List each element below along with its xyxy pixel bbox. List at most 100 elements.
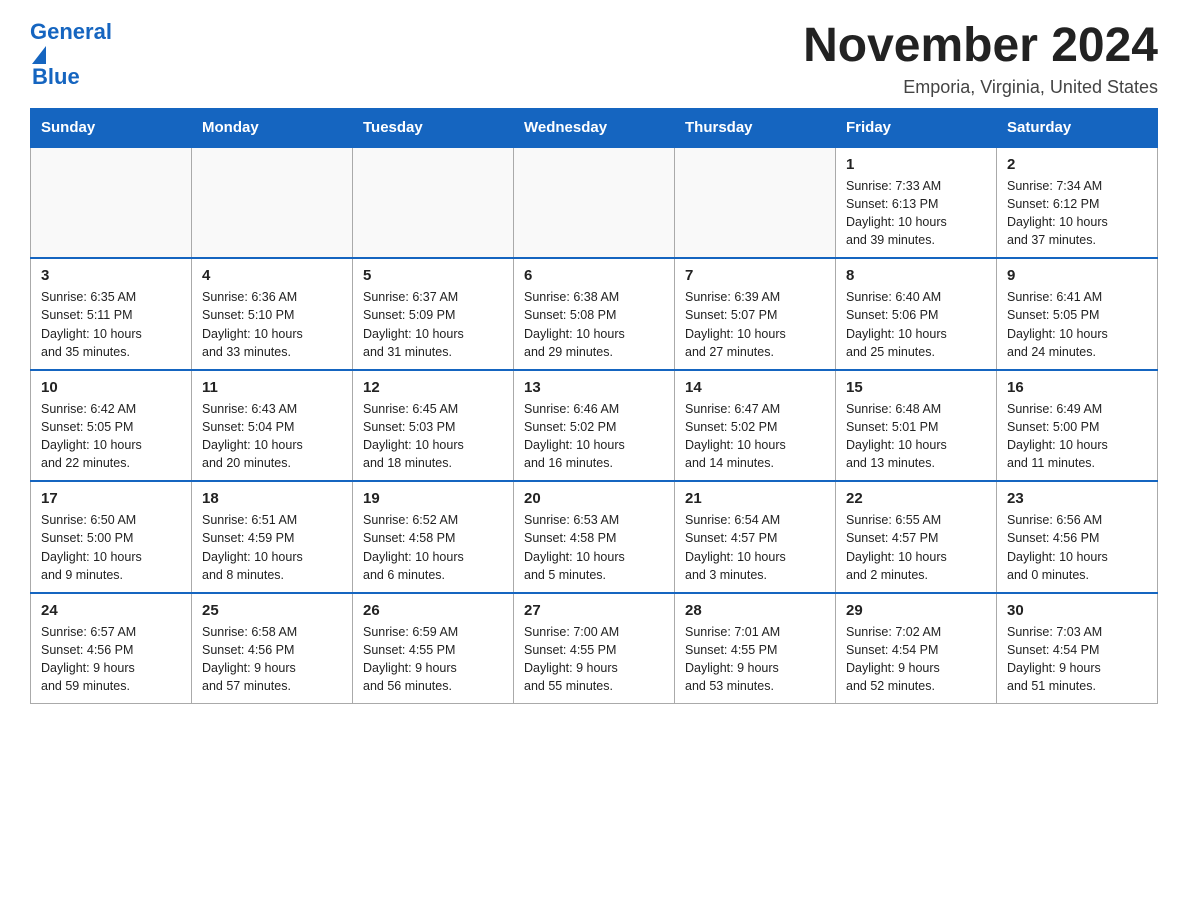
calendar-cell (31, 147, 192, 259)
day-number: 14 (685, 379, 825, 396)
calendar-cell: 29Sunrise: 7:02 AM Sunset: 4:54 PM Dayli… (836, 593, 997, 704)
day-number: 15 (846, 379, 986, 396)
day-info: Sunrise: 7:33 AM Sunset: 6:13 PM Dayligh… (846, 177, 986, 250)
calendar-cell (192, 147, 353, 259)
calendar-cell: 26Sunrise: 6:59 AM Sunset: 4:55 PM Dayli… (353, 593, 514, 704)
day-info: Sunrise: 6:54 AM Sunset: 4:57 PM Dayligh… (685, 511, 825, 584)
day-number: 26 (363, 602, 503, 619)
calendar-cell: 3 Sunrise: 6:35 AM Sunset: 5:11 PM Daylig… (31, 258, 192, 370)
weekday-header-sunday: Sunday (31, 108, 192, 147)
calendar-cell: 5 Sunrise: 6:37 AM Sunset: 5:09 PM Daylig… (353, 258, 514, 370)
day-number: 4 (202, 267, 342, 284)
logo-text: General (30, 20, 112, 64)
day-number: 21 (685, 490, 825, 507)
calendar-cell: 14 Sunrise: 6:47 AM Sunset: 5:02 PM Dayli… (675, 370, 836, 482)
day-info: Sunrise: 6:58 AM Sunset: 4:56 PM Dayligh… (202, 623, 342, 696)
week-row-5: 24 Sunrise: 6:57 AM Sunset: 4:56 PM Dayli… (31, 593, 1158, 704)
day-number: 10 (41, 379, 181, 396)
logo-triangle-icon (32, 46, 46, 64)
day-number: 27 (524, 602, 664, 619)
day-number: 1 (846, 156, 986, 173)
day-number: 5 (363, 267, 503, 284)
calendar-cell: 17Sunrise: 6:50 AM Sunset: 5:00 PM Dayli… (31, 481, 192, 593)
day-info: Sunrise: 6:48 AM Sunset: 5:01 PM Dayligh… (846, 400, 986, 473)
day-info: Sunrise: 6:39 AM Sunset: 5:07 PM Dayligh… (685, 288, 825, 361)
day-info: Sunrise: 6:41 AM Sunset: 5:05 PM Dayligh… (1007, 288, 1147, 361)
day-info: Sunrise: 7:00 AM Sunset: 4:55 PM Dayligh… (524, 623, 664, 696)
calendar-cell: 1 Sunrise: 7:33 AM Sunset: 6:13 PM Daylig… (836, 147, 997, 259)
day-number: 7 (685, 267, 825, 284)
calendar-cell: 19 Sunrise: 6:52 AM Sunset: 4:58 PM Dayli… (353, 481, 514, 593)
day-info: Sunrise: 6:36 AM Sunset: 5:10 PM Dayligh… (202, 288, 342, 361)
day-info: Sunrise: 7:34 AM Sunset: 6:12 PM Dayligh… (1007, 177, 1147, 250)
day-info: Sunrise: 6:43 AM Sunset: 5:04 PM Dayligh… (202, 400, 342, 473)
day-number: 19 (363, 490, 503, 507)
day-number: 6 (524, 267, 664, 284)
day-number: 25 (202, 602, 342, 619)
day-number: 30 (1007, 602, 1147, 619)
page-header: General Blue November 2024 Emporia, Virg… (30, 20, 1158, 98)
logo-general: General (30, 19, 112, 44)
day-number: 3 (41, 267, 181, 284)
day-number: 28 (685, 602, 825, 619)
day-info: Sunrise: 6:57 AM Sunset: 4:56 PM Dayligh… (41, 623, 181, 696)
calendar-cell: 13Sunrise: 6:46 AM Sunset: 5:02 PM Dayli… (514, 370, 675, 482)
week-row-3: 10 Sunrise: 6:42 AM Sunset: 5:05 PM Dayli… (31, 370, 1158, 482)
logo: General Blue (30, 20, 112, 90)
day-info: Sunrise: 6:45 AM Sunset: 5:03 PM Dayligh… (363, 400, 503, 473)
calendar-cell (353, 147, 514, 259)
calendar-cell: 30Sunrise: 7:03 AM Sunset: 4:54 PM Dayli… (997, 593, 1158, 704)
day-number: 16 (1007, 379, 1147, 396)
calendar-cell: 7 Sunrise: 6:39 AM Sunset: 5:07 PM Daylig… (675, 258, 836, 370)
day-info: Sunrise: 6:38 AM Sunset: 5:08 PM Dayligh… (524, 288, 664, 361)
day-number: 22 (846, 490, 986, 507)
day-number: 20 (524, 490, 664, 507)
day-info: Sunrise: 7:01 AM Sunset: 4:55 PM Dayligh… (685, 623, 825, 696)
calendar-cell: 15 Sunrise: 6:48 AM Sunset: 5:01 PM Dayli… (836, 370, 997, 482)
day-number: 24 (41, 602, 181, 619)
day-info: Sunrise: 6:37 AM Sunset: 5:09 PM Dayligh… (363, 288, 503, 361)
day-info: Sunrise: 6:56 AM Sunset: 4:56 PM Dayligh… (1007, 511, 1147, 584)
weekday-header-monday: Monday (192, 108, 353, 147)
calendar-cell: 20Sunrise: 6:53 AM Sunset: 4:58 PM Dayli… (514, 481, 675, 593)
day-number: 9 (1007, 267, 1147, 284)
day-info: Sunrise: 6:47 AM Sunset: 5:02 PM Dayligh… (685, 400, 825, 473)
month-title: November 2024 (803, 20, 1158, 73)
day-info: Sunrise: 6:46 AM Sunset: 5:02 PM Dayligh… (524, 400, 664, 473)
location-text: Emporia, Virginia, United States (803, 77, 1158, 98)
calendar-cell (514, 147, 675, 259)
weekday-header-friday: Friday (836, 108, 997, 147)
weekday-header-thursday: Thursday (675, 108, 836, 147)
calendar-cell: 27 Sunrise: 7:00 AM Sunset: 4:55 PM Dayli… (514, 593, 675, 704)
day-info: Sunrise: 6:52 AM Sunset: 4:58 PM Dayligh… (363, 511, 503, 584)
day-number: 29 (846, 602, 986, 619)
day-info: Sunrise: 6:35 AM Sunset: 5:11 PM Dayligh… (41, 288, 181, 361)
day-number: 17 (41, 490, 181, 507)
calendar-cell: 12 Sunrise: 6:45 AM Sunset: 5:03 PM Dayli… (353, 370, 514, 482)
calendar-cell: 8 Sunrise: 6:40 AM Sunset: 5:06 PM Daylig… (836, 258, 997, 370)
day-info: Sunrise: 6:51 AM Sunset: 4:59 PM Dayligh… (202, 511, 342, 584)
logo-blue: Blue (32, 64, 112, 90)
day-info: Sunrise: 6:40 AM Sunset: 5:06 PM Dayligh… (846, 288, 986, 361)
weekday-header-tuesday: Tuesday (353, 108, 514, 147)
title-section: November 2024 Emporia, Virginia, United … (803, 20, 1158, 98)
day-info: Sunrise: 6:42 AM Sunset: 5:05 PM Dayligh… (41, 400, 181, 473)
calendar-cell: 10 Sunrise: 6:42 AM Sunset: 5:05 PM Dayli… (31, 370, 192, 482)
week-row-1: 1 Sunrise: 7:33 AM Sunset: 6:13 PM Daylig… (31, 147, 1158, 259)
day-number: 23 (1007, 490, 1147, 507)
day-number: 18 (202, 490, 342, 507)
calendar-cell: 11Sunrise: 6:43 AM Sunset: 5:04 PM Dayli… (192, 370, 353, 482)
day-number: 12 (363, 379, 503, 396)
calendar-cell: 18 Sunrise: 6:51 AM Sunset: 4:59 PM Dayli… (192, 481, 353, 593)
weekday-header-wednesday: Wednesday (514, 108, 675, 147)
calendar-cell: 21 Sunrise: 6:54 AM Sunset: 4:57 PM Dayli… (675, 481, 836, 593)
calendar-cell: 6 Sunrise: 6:38 AM Sunset: 5:08 PM Daylig… (514, 258, 675, 370)
calendar-cell: 24 Sunrise: 6:57 AM Sunset: 4:56 PM Dayli… (31, 593, 192, 704)
day-number: 8 (846, 267, 986, 284)
day-number: 2 (1007, 156, 1147, 173)
calendar-cell: 22Sunrise: 6:55 AM Sunset: 4:57 PM Dayli… (836, 481, 997, 593)
calendar-cell: 4 Sunrise: 6:36 AM Sunset: 5:10 PM Daylig… (192, 258, 353, 370)
calendar-cell: 9 Sunrise: 6:41 AM Sunset: 5:05 PM Daylig… (997, 258, 1158, 370)
week-row-4: 17Sunrise: 6:50 AM Sunset: 5:00 PM Dayli… (31, 481, 1158, 593)
weekday-header-saturday: Saturday (997, 108, 1158, 147)
